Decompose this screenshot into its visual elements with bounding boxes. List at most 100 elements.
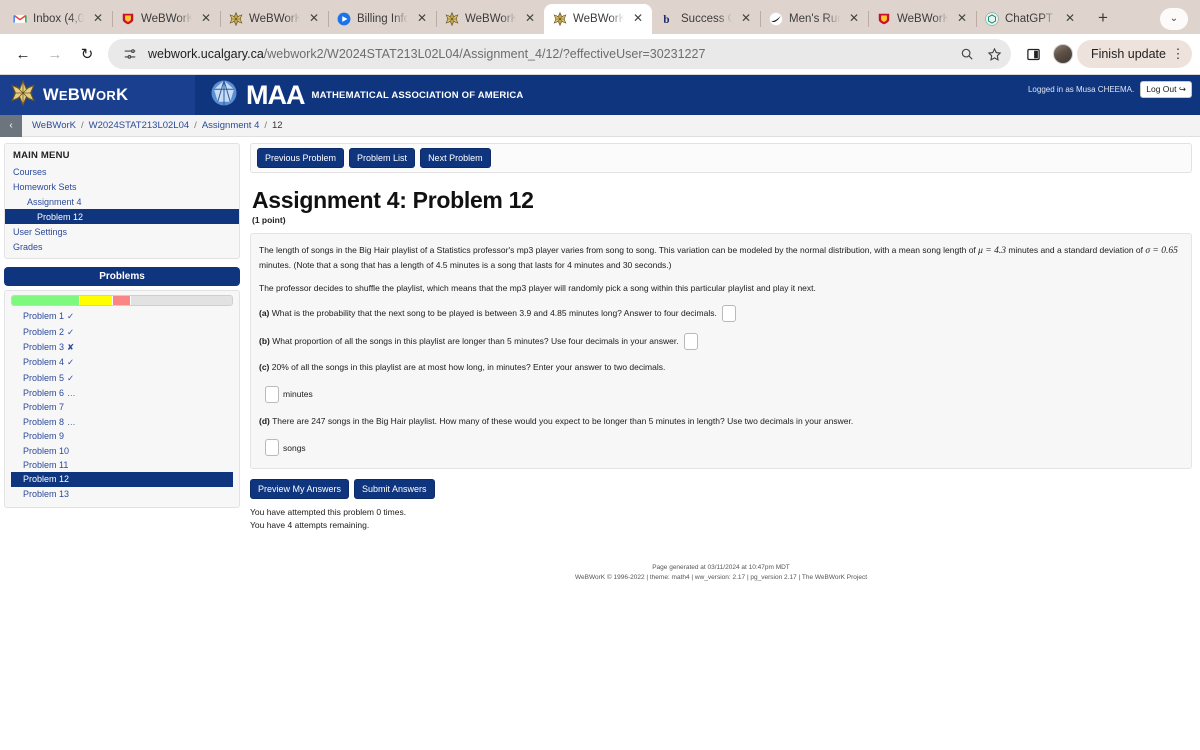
problem-link-9[interactable]: Problem 9 (11, 429, 233, 443)
breadcrumb-item-assignment[interactable]: Assignment 4 (202, 120, 260, 131)
progress-segment-partial (80, 296, 114, 305)
svg-text:b: b (663, 14, 669, 26)
close-icon[interactable]: ✕ (954, 11, 970, 27)
answer-input-b[interactable] (683, 333, 698, 351)
problem-link-1[interactable]: Problem 1 ✓ (11, 309, 233, 324)
breadcrumb-item-webwork[interactable]: WeBWorK (32, 120, 76, 131)
answer-unit-songs: songs (283, 442, 306, 453)
status-mark: ✓ (67, 357, 75, 368)
problem-link-5[interactable]: Problem 5 ✓ (11, 371, 233, 386)
breadcrumb-item-course[interactable]: W2024STAT213L02L04 (89, 120, 190, 131)
problem-link-2[interactable]: Problem 2 ✓ (11, 324, 233, 339)
status-mark: … (67, 388, 76, 399)
browser-tab-inbox[interactable]: Inbox (4,00 ✕ (4, 4, 113, 34)
logout-button[interactable]: Log Out ↪ (1140, 81, 1192, 98)
browser-tab-success[interactable]: b Success C ✕ (652, 4, 761, 34)
browser-tab-webwork-3[interactable]: WeBWorK ✕ (436, 4, 544, 34)
chatgpt-icon (985, 12, 999, 26)
problem-link-7[interactable]: Problem 7 (11, 400, 233, 414)
breadcrumb: ‹ WeBWorK / W2024STAT213L02L04 / Assignm… (0, 114, 1200, 137)
part-a-label: (a) (259, 307, 270, 318)
answer-input-a[interactable] (722, 305, 737, 323)
answer-unit-minutes: minutes (283, 389, 313, 400)
tab-title: Success C (681, 13, 732, 25)
browser-tab-billing[interactable]: Billing Info ✕ (328, 4, 437, 34)
submit-answers-button[interactable]: Submit Answers (354, 479, 435, 500)
tab-search-chevron-down-icon[interactable]: ⌄ (1160, 8, 1188, 30)
footer-generated-line: Page generated at 03/11/2024 at 10:47pm … (652, 563, 790, 571)
problem-list: Problem 1 ✓ Problem 2 ✓ Problem 3 ✘ Problem… (11, 309, 233, 501)
browser-tab-mens-run[interactable]: Men's Run ✕ (760, 4, 869, 34)
browser-tab-chatgpt[interactable]: ChatGPT ✕ (976, 4, 1084, 34)
sidebar-item-assignment-4[interactable]: Assignment 4 (5, 194, 239, 209)
previous-problem-button[interactable]: Previous Problem (257, 148, 345, 168)
answer-row-c: minutes (265, 385, 1183, 403)
problem-link-13[interactable]: Problem 13 (11, 487, 233, 501)
sidebar-item-user-settings[interactable]: User Settings (5, 224, 239, 239)
problem-link-12[interactable]: Problem 12 (11, 472, 233, 487)
problem-link-10[interactable]: Problem 10 (11, 443, 233, 457)
preview-answers-button[interactable]: Preview My Answers (250, 479, 350, 500)
progress-segment-unattempted (130, 296, 232, 305)
tab-title: WeBWorK (897, 13, 948, 25)
sidebar-toggle-chevron-left-icon[interactable]: ‹ (0, 114, 22, 137)
webwork-logo-block[interactable]: WEBWORK (0, 75, 195, 115)
close-icon[interactable]: ✕ (414, 11, 430, 27)
new-tab-button[interactable]: + (1090, 6, 1116, 32)
side-panel-icon[interactable] (1019, 39, 1049, 69)
problem-link-6[interactable]: Problem 6… (11, 386, 233, 400)
breadcrumb-separator: / (264, 120, 268, 131)
browser-tab-webwork-1[interactable]: WeBWorK ✕ (112, 4, 221, 34)
close-icon[interactable]: ✕ (522, 11, 538, 27)
answer-input-d[interactable] (265, 439, 279, 457)
browser-tab-webwork-2[interactable]: WeBWorK ✕ (220, 4, 329, 34)
next-problem-button[interactable]: Next Problem (420, 148, 491, 168)
browser-chrome: Inbox (4,00 ✕ WeBWorK ✕ WeBWorK ✕ Billin… (0, 0, 1200, 75)
close-icon[interactable]: ✕ (846, 11, 862, 27)
url-text: webwork.ucalgary.ca/webwork2/W2024STAT21… (148, 47, 706, 61)
bookmark-star-icon[interactable] (985, 44, 1005, 64)
problem-link-8[interactable]: Problem 8… (11, 415, 233, 429)
problem-body: The length of songs in the Big Hair play… (250, 233, 1192, 470)
problem-list-button[interactable]: Problem List (349, 148, 416, 168)
problem-intro-paragraph-2: The professor decides to shuffle the pla… (259, 282, 816, 293)
reload-icon[interactable]: ↻ (72, 39, 102, 69)
problems-panel: Problem 1 ✓ Problem 2 ✓ Problem 3 ✘ Problem… (4, 290, 240, 508)
tab-title: WeBWorK (573, 13, 624, 25)
profile-avatar[interactable] (1052, 44, 1073, 64)
sidebar-item-homework-sets[interactable]: Homework Sets (5, 179, 239, 194)
sidebar-item-courses[interactable]: Courses (5, 164, 239, 179)
close-icon[interactable]: ✕ (306, 11, 322, 27)
problems-header-button[interactable]: Problems (4, 267, 240, 286)
maa-subtitle: MATHEMATICAL ASSOCIATION OF AMERICA (311, 89, 524, 101)
tab-title: Inbox (4,00 (33, 13, 84, 25)
browser-tab-webwork-4[interactable]: WeBWorK ✕ (868, 4, 977, 34)
problem-link-11[interactable]: Problem 11 (11, 458, 233, 472)
close-icon[interactable]: ✕ (198, 11, 214, 27)
tab-title: WeBWorK (141, 13, 192, 25)
billing-circle-icon (337, 12, 351, 26)
forward-arrow-icon[interactable]: → (40, 39, 70, 69)
answer-input-c[interactable] (265, 385, 279, 403)
site-settings-icon[interactable] (120, 44, 140, 64)
submit-bar: Preview My Answers Submit Answers (250, 479, 1192, 500)
chrome-menu-icon[interactable]: ⋮ (1170, 46, 1186, 62)
page-title: Assignment 4: Problem 12 (252, 187, 534, 213)
sidebar-item-grades[interactable]: Grades (5, 239, 239, 254)
search-icon[interactable] (957, 44, 977, 64)
address-bar[interactable]: webwork.ucalgary.ca/webwork2/W2024STAT21… (108, 39, 1011, 69)
problem-link-3[interactable]: Problem 3 ✘ (11, 340, 233, 355)
logout-icon: ↪ (1178, 84, 1186, 94)
back-arrow-icon[interactable]: ← (8, 39, 38, 69)
webwork-star-icon (10, 79, 36, 111)
close-icon[interactable]: ✕ (738, 11, 754, 27)
status-mark: ✓ (67, 372, 75, 383)
close-icon[interactable]: ✕ (1062, 11, 1078, 27)
close-icon[interactable]: ✕ (630, 11, 646, 27)
login-area: Logged in as Musa CHEEMA. Log Out ↪ (1028, 81, 1192, 98)
browser-tab-webwork-active[interactable]: WeBWorK ✕ (544, 4, 652, 34)
finish-update-button[interactable]: Finish update ⋮ (1076, 40, 1192, 68)
close-icon[interactable]: ✕ (90, 11, 106, 27)
problem-link-4[interactable]: Problem 4 ✓ (11, 355, 233, 370)
sidebar-item-problem-12[interactable]: Problem 12 (5, 209, 239, 224)
